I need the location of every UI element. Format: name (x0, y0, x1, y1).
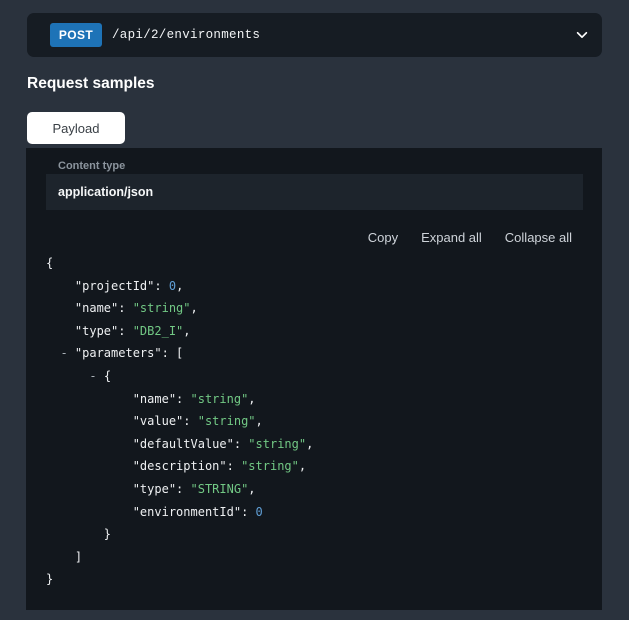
content-type-value: application/json (58, 185, 153, 199)
code-number: 0 (256, 505, 263, 519)
code-text: { (97, 369, 111, 383)
tab-payload[interactable]: Payload (27, 112, 125, 144)
code-line: "environmentId": 0 (46, 501, 313, 524)
code-text: , (183, 324, 190, 338)
code-text: { (46, 256, 53, 270)
code-text: , (191, 301, 198, 315)
code-text: "defaultValue": (46, 437, 248, 451)
code-line: "type": "STRING", (46, 478, 313, 501)
code-line: "projectId": 0, (46, 275, 313, 298)
http-method-badge: POST (50, 23, 102, 47)
code-line: { (46, 252, 313, 275)
code-string: "string" (248, 437, 306, 451)
code-line: "defaultValue": "string", (46, 433, 313, 456)
code-text: "description": (46, 459, 241, 473)
collapse-all-button[interactable]: Collapse all (505, 230, 572, 245)
request-sample-panel: Content type application/json Copy Expan… (26, 148, 602, 610)
code-text: "environmentId": (46, 505, 256, 519)
content-type-label: Content type (58, 160, 125, 172)
code-line: "name": "string", (46, 388, 313, 411)
endpoint-header[interactable]: POST /api/2/environments (27, 13, 602, 57)
endpoint-path: /api/2/environments (112, 13, 260, 57)
code-line: - "parameters": [ (46, 342, 313, 365)
code-string: "string" (191, 392, 249, 406)
code-line: "description": "string", (46, 455, 313, 478)
code-text: , (306, 437, 313, 451)
code-text: "name": (46, 301, 133, 315)
code-text: , (176, 279, 183, 293)
code-string: "string" (198, 414, 256, 428)
code-text: "type": (46, 482, 191, 496)
code-text: , (248, 392, 255, 406)
code-text: "name": (46, 392, 191, 406)
content-type-select[interactable]: application/json (46, 174, 583, 210)
code-text: "projectId": (46, 279, 169, 293)
api-doc-page: POST /api/2/environments Request samples… (0, 0, 629, 620)
code-text: "parameters": [ (68, 346, 184, 360)
code-string: "DB2_I" (133, 324, 184, 338)
code-string: "string" (133, 301, 191, 315)
code-number: 0 (169, 279, 176, 293)
code-line: ] (46, 546, 313, 569)
code-string: "string" (241, 459, 299, 473)
code-line: } (46, 568, 313, 591)
expand-all-button[interactable]: Expand all (421, 230, 482, 245)
code-text: , (256, 414, 263, 428)
code-line: } (46, 523, 313, 546)
collapse-toggle[interactable]: - (60, 346, 67, 360)
code-text: , (299, 459, 306, 473)
code-text: , (248, 482, 255, 496)
code-text: } (46, 572, 53, 586)
code-line: "name": "string", (46, 297, 313, 320)
collapse-toggle[interactable]: - (89, 369, 96, 383)
code-text: "value": (46, 414, 198, 428)
section-title: Request samples (27, 75, 155, 93)
chevron-down-icon[interactable] (575, 28, 589, 42)
code-text: "type": (46, 324, 133, 338)
json-code-sample: { "projectId": 0, "name": "string", "typ… (46, 252, 313, 591)
code-text: } (46, 527, 111, 541)
sample-actions: Copy Expand all Collapse all (345, 230, 572, 245)
code-line: "value": "string", (46, 410, 313, 433)
code-line: - { (46, 365, 313, 388)
code-text: ] (46, 550, 82, 564)
code-string: "STRING" (191, 482, 249, 496)
copy-button[interactable]: Copy (368, 230, 398, 245)
code-text (46, 369, 89, 383)
code-line: "type": "DB2_I", (46, 320, 313, 343)
code-text (46, 346, 60, 360)
